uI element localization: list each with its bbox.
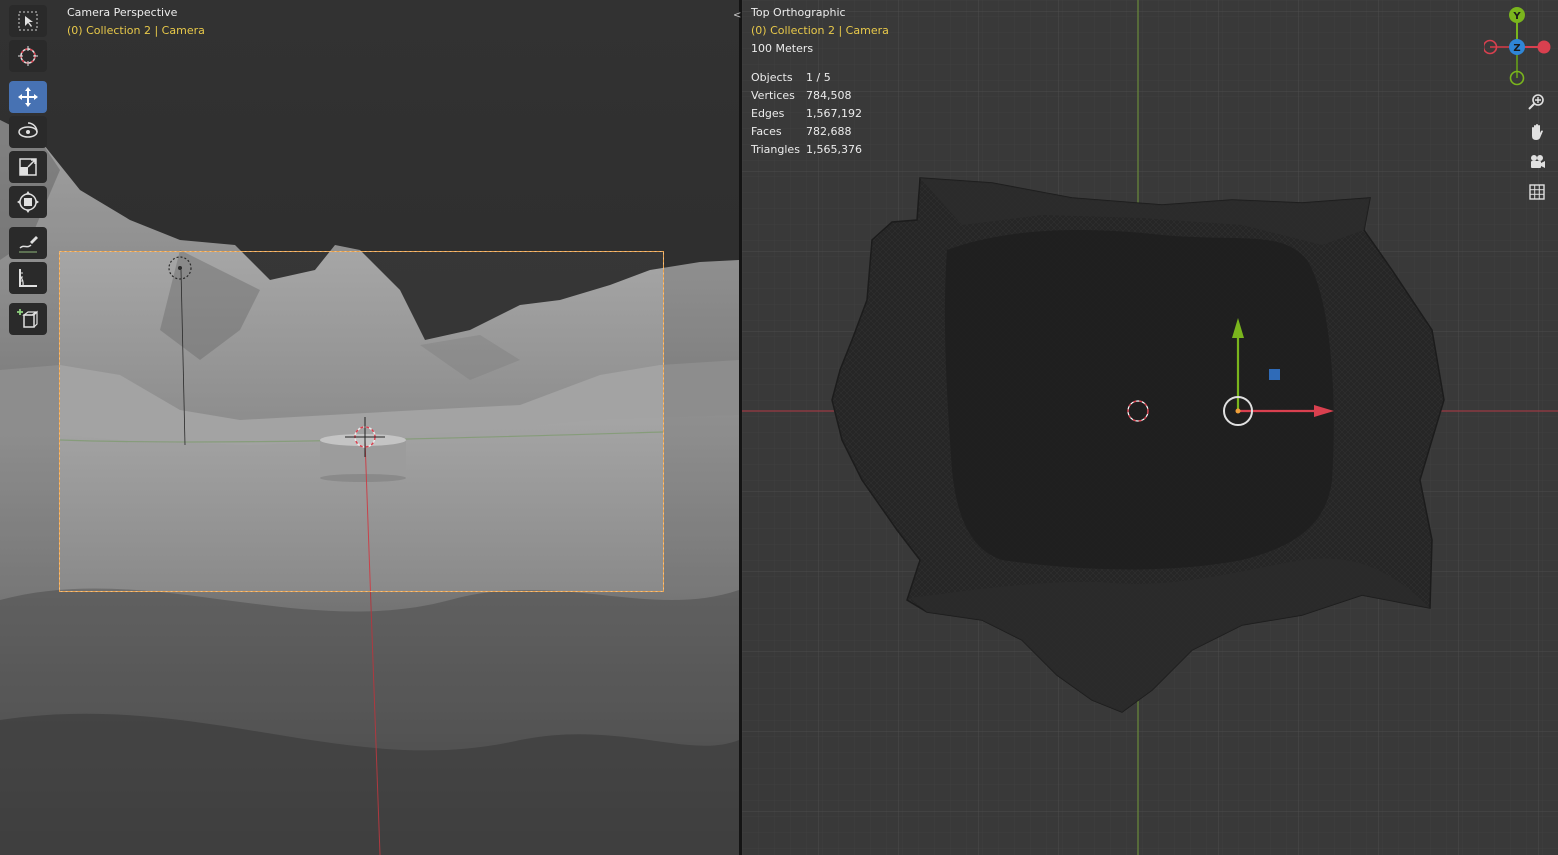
collection-label: (0) Collection 2 | Camera bbox=[67, 24, 205, 37]
gizmo-z-label: Z bbox=[1513, 43, 1520, 54]
stat-label: Vertices bbox=[751, 89, 795, 102]
select-box-icon bbox=[18, 11, 38, 31]
stat-value: 782,688 bbox=[806, 125, 852, 138]
zoom-button[interactable] bbox=[1525, 90, 1549, 114]
rotate-icon bbox=[18, 122, 38, 138]
measure-tool[interactable] bbox=[9, 262, 47, 294]
collection-label: (0) Collection 2 | Camera bbox=[751, 24, 889, 37]
rotate-tool[interactable] bbox=[9, 116, 47, 148]
navigation-gizmo[interactable]: Y Z bbox=[1484, 5, 1554, 89]
stat-value: 1,567,192 bbox=[806, 107, 862, 120]
stat-row: Edges 1,567,192 bbox=[751, 105, 862, 123]
stat-row: Vertices 784,508 bbox=[751, 87, 862, 105]
stat-label: Triangles bbox=[751, 143, 800, 156]
stat-value: 1,565,376 bbox=[806, 143, 862, 156]
zoom-icon bbox=[1528, 94, 1544, 110]
transform-icon bbox=[17, 191, 39, 213]
add-cube-tool[interactable] bbox=[9, 303, 47, 335]
view-name: Camera Perspective bbox=[67, 6, 178, 19]
move-icon bbox=[18, 87, 38, 107]
stat-row: Triangles 1,565,376 bbox=[751, 141, 862, 159]
annotate-tool[interactable] bbox=[9, 227, 47, 259]
camera-view-icon bbox=[1531, 155, 1545, 168]
top-orthographic-viewport[interactable]: Top Orthographic (0) Collection 2 | Came… bbox=[742, 0, 1558, 855]
ortho-toggle-button[interactable] bbox=[1525, 180, 1549, 204]
gizmo-y-label: Y bbox=[1512, 11, 1521, 22]
camera-view-button[interactable] bbox=[1525, 150, 1549, 174]
view-name: Top Orthographic bbox=[751, 6, 846, 19]
add-cube-icon bbox=[17, 309, 38, 328]
pan-hand-icon bbox=[1532, 124, 1543, 140]
grid-scale-label: 100 Meters bbox=[751, 42, 814, 55]
stat-row: Faces 782,688 bbox=[751, 123, 862, 141]
scale-tool[interactable] bbox=[9, 151, 47, 183]
scale-icon bbox=[19, 158, 37, 176]
move-tool[interactable] bbox=[9, 81, 47, 113]
scene-statistics: Objects 1 / 5 Vertices 784,508 Edges 1,567,… bbox=[751, 69, 862, 159]
cursor-tool[interactable] bbox=[9, 40, 47, 72]
measure-icon bbox=[19, 269, 37, 287]
camera-perspective-scene bbox=[0, 0, 739, 855]
tool-shelf bbox=[9, 5, 47, 338]
cursor-icon bbox=[18, 46, 38, 66]
stat-value: 784,508 bbox=[806, 89, 852, 102]
stat-label: Faces bbox=[751, 125, 782, 138]
pan-button[interactable] bbox=[1525, 120, 1549, 144]
stat-label: Edges bbox=[751, 107, 785, 120]
transform-tool[interactable] bbox=[9, 186, 47, 218]
camera-perspective-viewport[interactable]: Camera Perspective (0) Collection 2 | Ca… bbox=[0, 0, 739, 855]
stat-label: Objects bbox=[751, 71, 793, 84]
top-orthographic-scene bbox=[742, 0, 1558, 855]
navigation-buttons bbox=[1525, 90, 1549, 210]
select-box-tool[interactable] bbox=[9, 5, 47, 37]
annotate-icon bbox=[19, 236, 38, 253]
ortho-grid-icon bbox=[1529, 184, 1545, 200]
stat-value: 1 / 5 bbox=[806, 71, 831, 84]
stat-row: Objects 1 / 5 bbox=[751, 69, 862, 87]
